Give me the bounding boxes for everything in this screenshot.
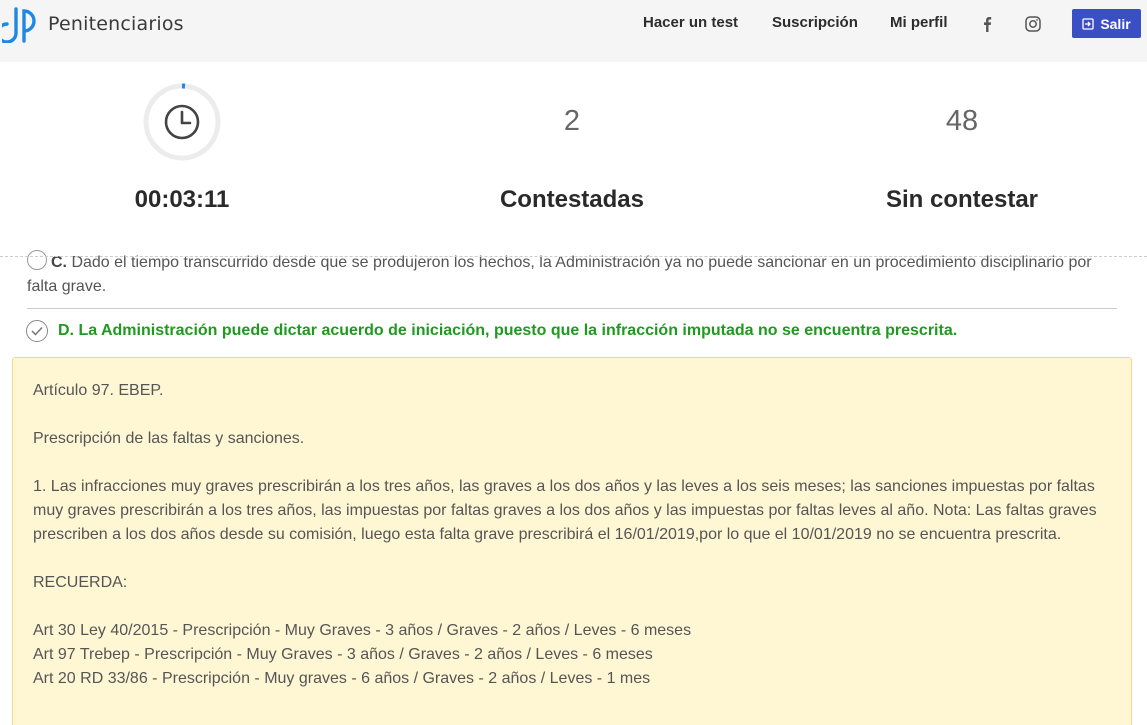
logout-label: Salir [1100,15,1131,32]
nav-link-profile[interactable]: Mi perfil [890,14,948,31]
option-d-text: D. La Administración puede dictar acuerd… [58,322,958,339]
option-c-radio[interactable] [27,250,47,270]
nav-link-test[interactable]: Hacer un test [643,14,738,31]
check-icon [26,320,48,342]
answer-option-d[interactable]: D. La Administración puede dictar acuerd… [26,320,1126,342]
timer-value: 00:03:11 [134,186,230,213]
top-navbar: Penitenciarios Hacer un test Suscripción… [0,0,1147,62]
clock-icon [164,104,200,140]
logo-mark-icon [2,7,36,43]
explanation-rule-3: Art 20 RD 33/86 - Prescripción - Muy gra… [33,670,651,687]
answered-label: Contestadas [499,186,645,213]
test-stats-panel: 00:03:11 2 Contestadas 48 Sin contestar [0,62,1147,254]
timer-ring [143,83,221,161]
answer-option-c[interactable]: C. Dado el tiempo transcurrido desde que… [27,250,1117,299]
stats-divider [0,256,1147,257]
logout-icon [1082,17,1094,30]
explanation-article: Artículo 97. EBEP. [33,382,164,399]
facebook-icon[interactable] [977,14,997,34]
unanswered-count: 48 [945,105,979,137]
answered-count: 2 [563,105,581,137]
brand-logo[interactable]: Penitenciarios [2,4,184,44]
instagram-icon[interactable] [1023,14,1043,34]
logout-button[interactable]: Salir [1072,9,1141,38]
explanation-rule-1: Art 30 Ley 40/2015 - Prescripción - Muy … [33,622,692,639]
explanation-paragraph: 1. Las infracciones muy graves prescribi… [33,478,1097,543]
explanation-heading: Prescripción de las faltas y sanciones. [33,430,305,447]
option-divider [27,308,1117,309]
explanation-rule-2: Art 97 Trebep - Prescripción - Muy Grave… [33,646,653,663]
option-c-text: Dado el tiempo transcurrido desde que se… [27,254,1092,295]
nav-link-subscription[interactable]: Suscripción [772,14,858,31]
explanation-box: Artículo 97. EBEP. Prescripción de las f… [12,357,1132,725]
brand-name: Penitenciarios [48,13,184,35]
unanswered-label: Sin contestar [885,186,1039,213]
explanation-remember: RECUERDA: [33,574,128,591]
